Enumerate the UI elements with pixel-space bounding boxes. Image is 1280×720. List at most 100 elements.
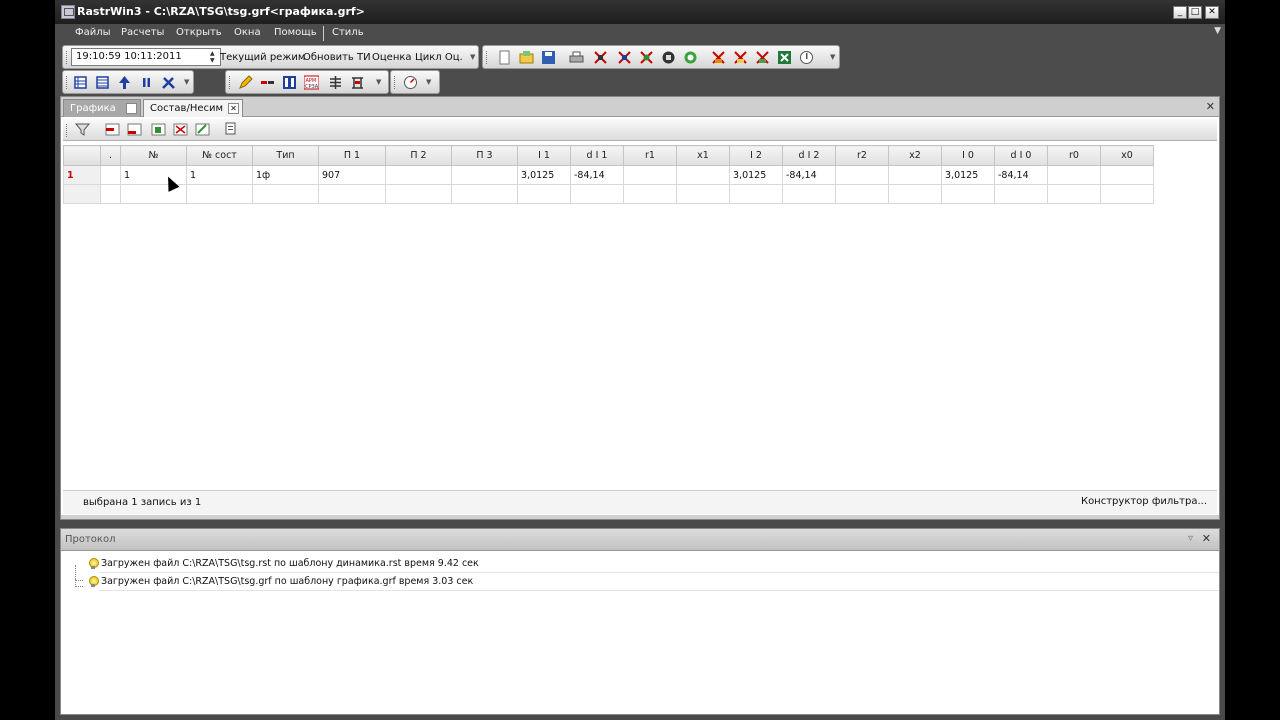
arrow-up-icon[interactable] [117, 75, 132, 90]
spinner-icon[interactable]: ▲ ▼ [210, 50, 219, 64]
tab-close-icon[interactable]: ✕ [228, 103, 239, 114]
column-header[interactable]: I 2 [729, 145, 783, 166]
tab-graphics[interactable]: Графика ✕ [63, 99, 141, 117]
table-cell[interactable] [994, 184, 1048, 204]
table-cell[interactable]: 3,0125 [941, 165, 995, 185]
menu-open[interactable]: Открыть [176, 27, 222, 38]
new-file-icon[interactable] [497, 50, 512, 65]
table-cell[interactable] [1100, 184, 1154, 204]
table-cell[interactable] [318, 184, 386, 204]
excel-export-icon[interactable] [777, 50, 792, 65]
info-icon[interactable] [799, 50, 814, 65]
dropdown-arrow-icon[interactable]: ▼ [470, 53, 475, 61]
tool-b-icon[interactable] [733, 50, 748, 65]
table-cell[interactable] [888, 165, 942, 185]
table-cell[interactable] [888, 184, 942, 204]
table-cell[interactable] [835, 184, 889, 204]
estimate-button[interactable]: Оценка [372, 52, 412, 63]
table-cell[interactable] [1047, 184, 1101, 204]
column-header[interactable]: x2 [888, 145, 942, 166]
save-icon[interactable] [541, 50, 556, 65]
table-cell[interactable]: 1 [186, 165, 253, 185]
toolbar-grip[interactable] [66, 76, 68, 89]
column-header[interactable]: d I 0 [994, 145, 1048, 166]
column-header[interactable]: r1 [623, 145, 677, 166]
dropdown-arrow-icon[interactable]: ▼ [830, 53, 835, 61]
column-header[interactable]: d I 1 [570, 145, 624, 166]
calc-mode-icon[interactable] [593, 50, 608, 65]
log-line[interactable]: Загружен файл C:\RZA\TSG\tsg.grf по шабл… [99, 573, 1219, 591]
toolbar-grip[interactable] [66, 51, 68, 64]
filter-icon[interactable] [75, 122, 90, 137]
table-cell[interactable]: 1ф [252, 165, 319, 185]
table-cell[interactable] [676, 184, 730, 204]
table-cell[interactable] [623, 184, 677, 204]
close-document-icon[interactable]: ✕ [1206, 100, 1215, 113]
log-line[interactable]: Загружен файл C:\RZA\TSG\tsg.rst по шабл… [99, 555, 1219, 573]
table-new-row[interactable] [63, 184, 1154, 204]
print-icon[interactable] [569, 50, 584, 65]
table-cell[interactable]: 907 [318, 165, 386, 185]
table-cell[interactable] [676, 165, 730, 185]
table-cell[interactable]: -84,14 [782, 165, 836, 185]
line-tool-icon[interactable] [260, 75, 275, 90]
menu-help[interactable]: Помощь [274, 27, 317, 38]
calc-regime-icon[interactable] [617, 50, 632, 65]
table-cell[interactable] [623, 165, 677, 185]
duplicate-row-icon[interactable] [151, 122, 166, 137]
gauge-icon[interactable] [403, 75, 418, 90]
row-number[interactable]: 1 [63, 165, 101, 185]
group-edit-icon[interactable] [195, 122, 210, 137]
close-panel-icon[interactable]: ✕ [1202, 532, 1211, 545]
pencil-icon[interactable] [238, 75, 253, 90]
menu-chevron-icon[interactable]: ▼ [1214, 26, 1221, 36]
column-header[interactable]: . [100, 145, 121, 166]
column-header[interactable]: № [120, 145, 187, 166]
open-folder-icon[interactable] [519, 50, 534, 65]
table-cell[interactable] [385, 184, 452, 204]
table-row[interactable]: 1 1 1 1ф 907 3,0125 -84,14 3,0125 -84,14… [63, 165, 1154, 185]
toolbar-grip[interactable] [229, 76, 231, 89]
column-header[interactable]: П 3 [451, 145, 518, 166]
pause-icon[interactable] [139, 75, 154, 90]
table-cell[interactable]: 3,0125 [729, 165, 783, 185]
menu-files[interactable]: Файлы [75, 27, 111, 38]
switch-icon[interactable] [350, 75, 365, 90]
table-cell[interactable] [100, 184, 121, 204]
tab-close-icon[interactable]: ✕ [126, 103, 137, 114]
filter-builder-link[interactable]: Конструктор фильтра... [1081, 496, 1207, 507]
app-icon[interactable] [61, 5, 75, 19]
column-header[interactable]: П 1 [318, 145, 386, 166]
toolbar-grip[interactable] [66, 124, 68, 137]
table-cell[interactable]: -84,14 [570, 165, 624, 185]
tab-composition[interactable]: Состав/Несим ✕ [143, 99, 243, 117]
arm-srza-icon[interactable]: АРМСРЗА [304, 75, 319, 90]
refresh-icon[interactable] [683, 50, 698, 65]
column-header[interactable]: П 2 [385, 145, 452, 166]
pin-icon[interactable]: ▿ [1188, 533, 1193, 544]
current-mode-button[interactable]: Текущий режим [220, 52, 305, 63]
table-cell[interactable] [729, 184, 783, 204]
datetime-input[interactable]: 19:10:59 10:11:2011 ▲ ▼ [71, 48, 221, 66]
table-cell[interactable] [941, 184, 995, 204]
layout-icon[interactable] [282, 75, 297, 90]
table-cell[interactable]: -84,14 [994, 165, 1048, 185]
column-header[interactable]: I 1 [517, 145, 571, 166]
cycle-estimate-button[interactable]: Цикл Оц. [415, 52, 463, 63]
close-button[interactable]: ✕ [1205, 6, 1219, 19]
tool-a-icon[interactable] [711, 50, 726, 65]
tools-icon[interactable] [161, 75, 176, 90]
table-cell[interactable] [517, 184, 571, 204]
column-header[interactable]: x0 [1100, 145, 1154, 166]
insert-row-icon[interactable] [105, 122, 120, 137]
panel-splitter[interactable] [61, 515, 1219, 519]
table-cell[interactable] [570, 184, 624, 204]
toolbar-grip[interactable] [486, 51, 488, 64]
minimize-button[interactable]: _ [1173, 6, 1187, 19]
table-cell[interactable] [252, 184, 319, 204]
table-cell[interactable] [451, 184, 518, 204]
table-cell[interactable] [100, 165, 121, 185]
table-cell[interactable] [782, 184, 836, 204]
dropdown-arrow-icon[interactable]: ▼ [184, 78, 189, 86]
calc-short-circuit-icon[interactable] [639, 50, 654, 65]
